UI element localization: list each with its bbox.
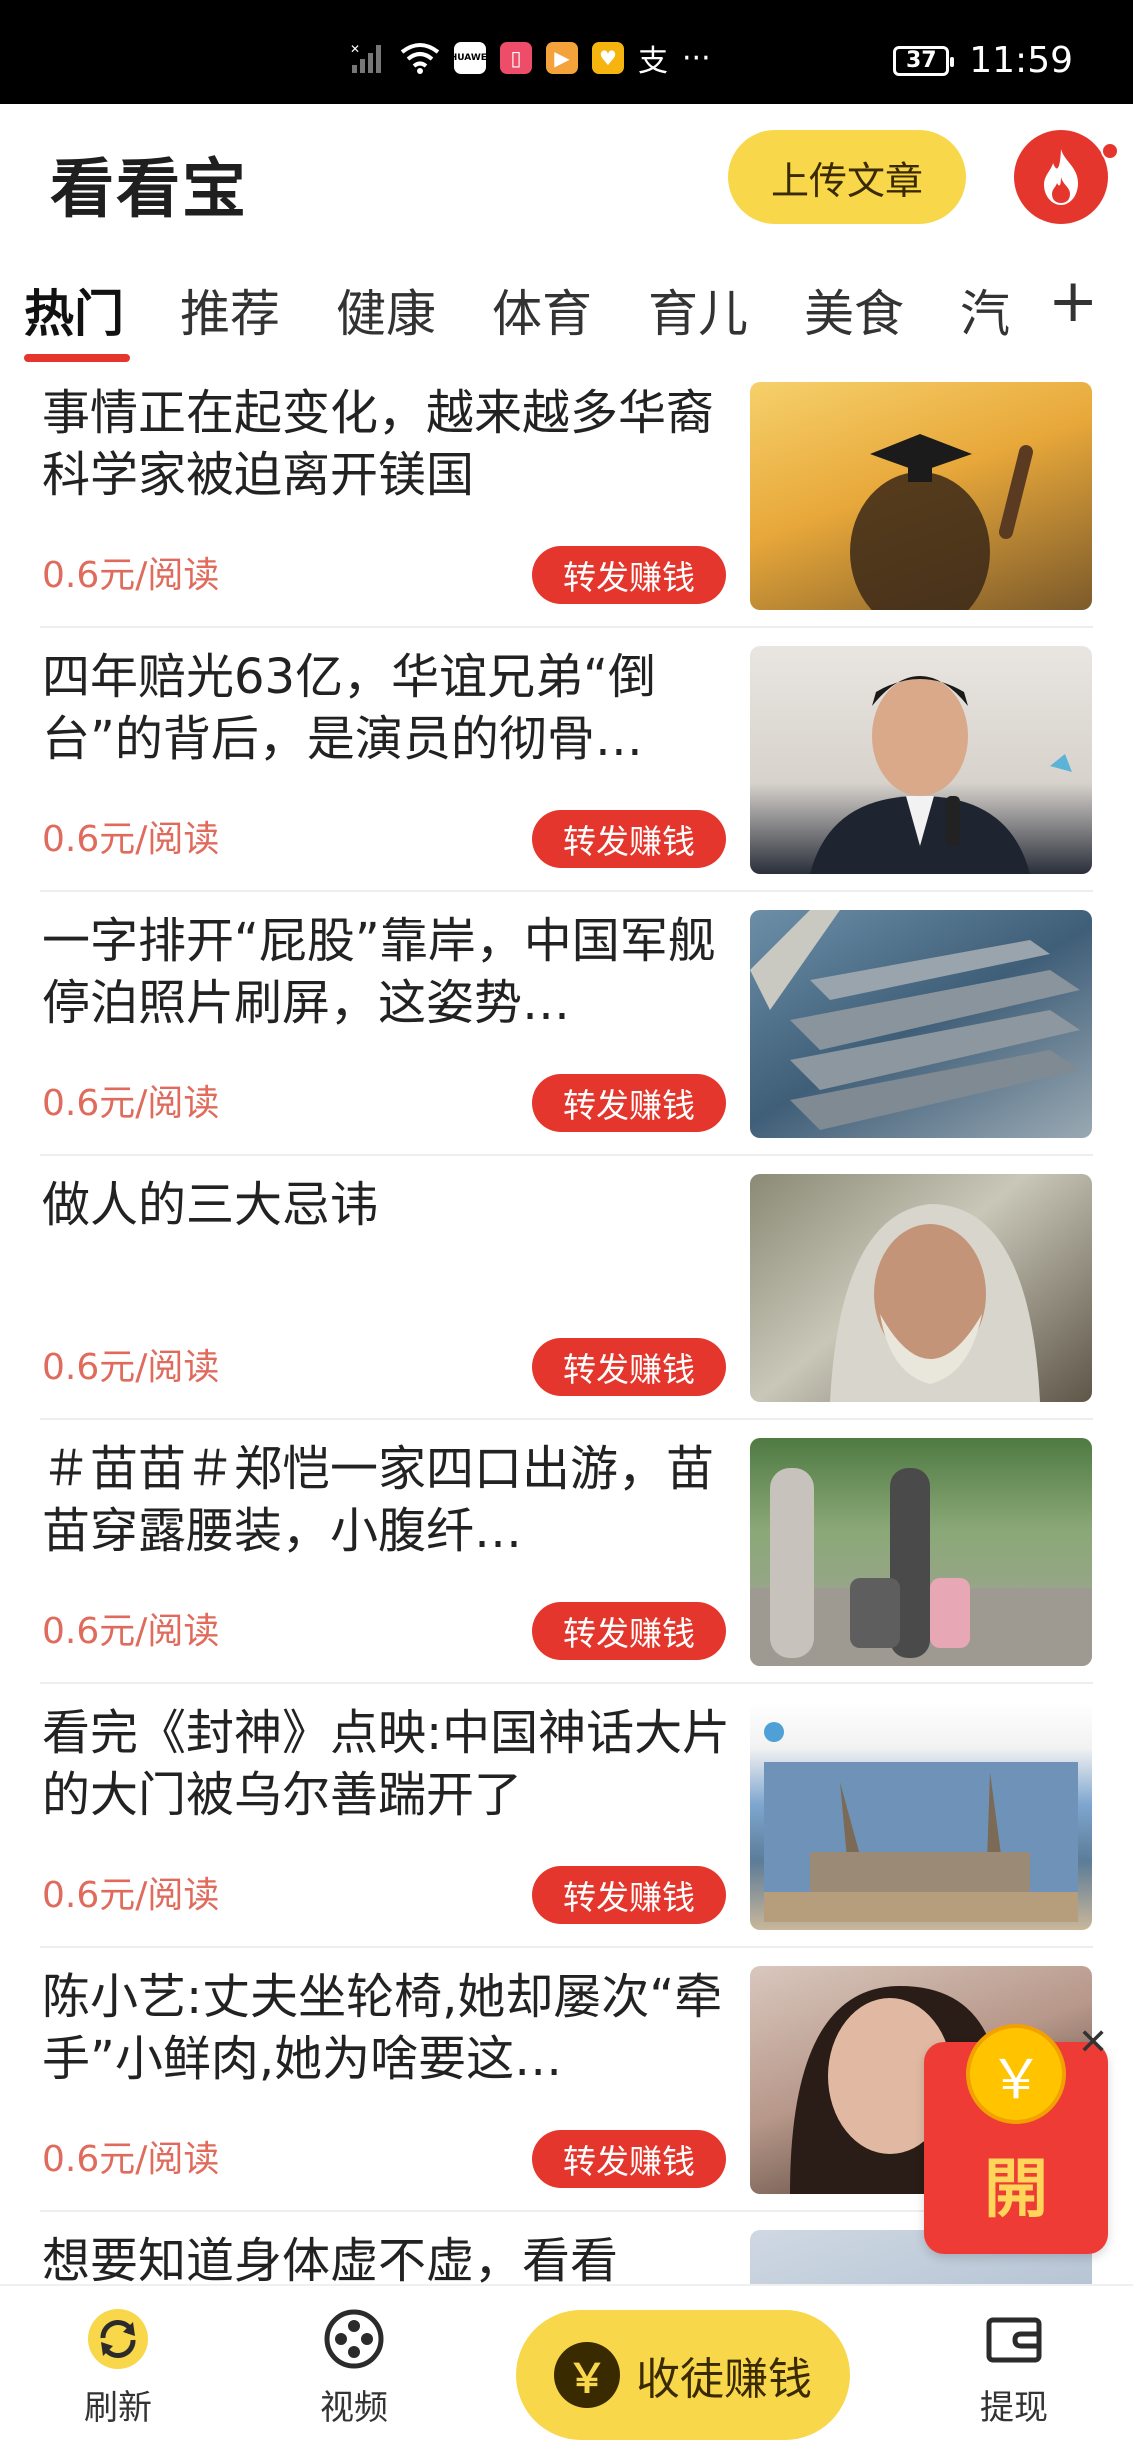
book-app-icon: ▯	[500, 42, 532, 74]
status-right: 37 11:59	[893, 40, 1073, 81]
tab-food[interactable]: 美食	[804, 274, 904, 346]
tab-auto[interactable]: 汽	[960, 274, 1010, 346]
yuan-coin-icon: ￥	[554, 2342, 620, 2408]
article-title: 做人的三大忌讳	[42, 1177, 379, 1233]
article-thumbnail	[750, 1174, 1092, 1402]
article-price: 0.6元/阅读	[42, 2139, 220, 2180]
share-earn-button[interactable]: 转发赚钱	[532, 546, 726, 604]
tab-parenting[interactable]: 育儿	[648, 274, 748, 346]
list-item[interactable]: 事情正在起变化，越来越多华裔科学家被迫离开镁国 0.6元/阅读 转发赚钱	[0, 364, 1133, 628]
share-earn-button[interactable]: 转发赚钱	[532, 2130, 726, 2188]
list-item[interactable]: 看完《封神》点映:中国神话大片的大门被乌尔善踹开了 0.6元/阅读 转发赚钱	[0, 1684, 1133, 1948]
share-earn-button[interactable]: 转发赚钱	[532, 1338, 726, 1396]
tab-recommend[interactable]: 推荐	[180, 274, 280, 346]
app-title: 看看宝	[50, 153, 248, 227]
notification-dot	[1101, 142, 1119, 160]
share-earn-button[interactable]: 转发赚钱	[532, 1866, 726, 1924]
article-price: 0.6元/阅读	[42, 555, 220, 596]
share-earn-button[interactable]: 转发赚钱	[532, 1074, 726, 1132]
article-title: 看完《封神》点映:中国神话大片的大门被乌尔善踹开了	[42, 1705, 731, 1823]
share-earn-button[interactable]: 转发赚钱	[532, 810, 726, 868]
close-icon[interactable]: ✕	[1078, 2022, 1108, 2063]
red-packet-button[interactable]: ￥ 開	[924, 2024, 1108, 2254]
article-title: 四年赔光63亿，华谊兄弟“倒台”的背后，是演员的彻骨…	[42, 649, 656, 767]
nav-video-label: 视频	[320, 2388, 388, 2428]
nav-refresh-label: 刷新	[84, 2388, 152, 2428]
heart-app-icon: ♥	[592, 42, 624, 74]
nav-withdraw-label: 提现	[980, 2388, 1048, 2428]
film-reel-icon	[323, 2308, 385, 2370]
wallet-icon	[983, 2308, 1045, 2370]
category-tabs: 热门 推荐 健康 体育 育儿 美食 汽 +	[0, 244, 1133, 364]
article-thumbnail	[750, 1438, 1092, 1666]
nav-video[interactable]: 视频	[294, 2308, 414, 2429]
recruit-earn-button[interactable]: ￥ 收徒赚钱	[516, 2310, 850, 2440]
article-thumbnail	[750, 910, 1092, 1138]
tab-health[interactable]: 健康	[336, 274, 436, 346]
status-icons: ✕ HUAWEI ▯ ▶ ♥ 支 ···	[350, 38, 711, 80]
article-title: 陈小艺:丈夫坐轮椅,她却屡次“牵手”小鲜肉,她为啥要这…	[42, 1969, 723, 2087]
huawei-icon: HUAWEI	[450, 42, 490, 74]
status-time: 11:59	[969, 40, 1073, 81]
hot-button[interactable]	[1014, 130, 1108, 224]
video-app-icon: ▶	[546, 42, 578, 74]
tab-hot[interactable]: 热门	[24, 274, 124, 346]
article-thumbnail	[750, 1702, 1092, 1930]
article-thumbnail	[750, 382, 1092, 610]
app-header: 看看宝 上传文章	[0, 104, 1133, 244]
signal-off-icon: ✕	[350, 41, 386, 75]
svg-text:✕: ✕	[350, 42, 360, 56]
list-item[interactable]: 做人的三大忌讳 0.6元/阅读 转发赚钱	[0, 1156, 1133, 1420]
wifi-icon	[400, 42, 440, 74]
flame-icon	[1044, 149, 1078, 205]
active-tab-indicator	[24, 354, 130, 362]
refresh-icon	[87, 2308, 149, 2370]
bottom-nav: 刷新 视频 ￥ 收徒赚钱 提现	[0, 2284, 1133, 2453]
list-item[interactable]: 一字排开“屁股”靠岸，中国军舰停泊照片刷屏，这姿势… 0.6元/阅读 转发赚钱	[0, 892, 1133, 1156]
list-item[interactable]: 四年赔光63亿，华谊兄弟“倒台”的背后，是演员的彻骨… 0.6元/阅读 转发赚钱	[0, 628, 1133, 892]
tab-sports[interactable]: 体育	[492, 274, 592, 346]
article-feed: 事情正在起变化，越来越多华裔科学家被迫离开镁国 0.6元/阅读 转发赚钱 四年赔…	[0, 364, 1133, 2284]
article-price: 0.6元/阅读	[42, 1875, 220, 1916]
article-price: 0.6元/阅读	[42, 1611, 220, 1652]
article-title: ＃苗苗＃郑恺一家四口出游，苗苗穿露腰装，小腹纤…	[42, 1441, 715, 1559]
nav-refresh[interactable]: 刷新	[58, 2308, 178, 2429]
battery-icon: 37	[893, 45, 955, 76]
add-tab-button[interactable]: +	[1048, 266, 1098, 336]
status-bar: ✕ HUAWEI ▯ ▶ ♥ 支 ··· 37 11:59	[0, 0, 1133, 104]
article-title: 一字排开“屁股”靠岸，中国军舰停泊照片刷屏，这姿势…	[42, 913, 716, 1031]
red-packet-label: 開	[984, 2153, 1048, 2227]
more-icon: ···	[682, 40, 711, 76]
article-title: 想要知道身体虚不虚，看看	[42, 2233, 619, 2284]
nav-withdraw[interactable]: 提现	[954, 2308, 1074, 2429]
article-thumbnail	[750, 646, 1092, 874]
upload-article-button[interactable]: 上传文章	[728, 130, 966, 224]
article-price: 0.6元/阅读	[42, 819, 220, 860]
list-item[interactable]: ＃苗苗＃郑恺一家四口出游，苗苗穿露腰装，小腹纤… 0.6元/阅读 转发赚钱	[0, 1420, 1133, 1684]
article-price: 0.6元/阅读	[42, 1347, 220, 1388]
coin-icon: ￥	[966, 2024, 1066, 2124]
recruit-earn-label: 收徒赚钱	[636, 2354, 812, 2405]
article-price: 0.6元/阅读	[42, 1083, 220, 1124]
article-title: 事情正在起变化，越来越多华裔科学家被迫离开镁国	[42, 385, 715, 503]
share-earn-button[interactable]: 转发赚钱	[532, 1602, 726, 1660]
alipay-icon: 支	[638, 44, 668, 79]
